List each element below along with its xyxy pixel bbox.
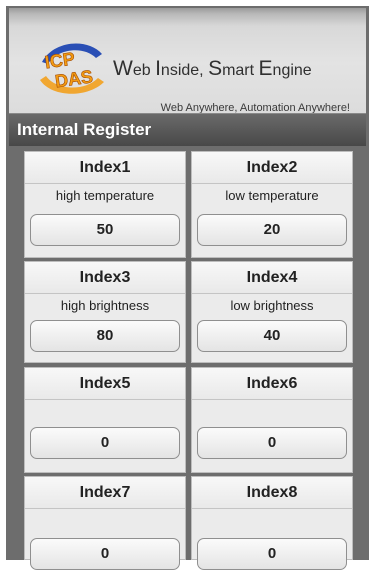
register-index-label: Index5 <box>25 368 185 400</box>
register-card-index7: Index7 0 <box>24 476 186 570</box>
register-description: low brightness <box>230 298 314 313</box>
register-description <box>192 512 352 530</box>
register-value-button[interactable]: 0 <box>30 427 180 459</box>
icpdas-logo: ICP DAS <box>40 43 104 94</box>
register-index-label: Index3 <box>25 262 185 294</box>
register-index-label: Index4 <box>192 262 352 294</box>
register-card-index2: Index2 low temperature 20 <box>191 151 353 258</box>
register-card-index4: Index4 low brightness 40 <box>191 261 353 363</box>
register-value-button[interactable]: 80 <box>30 320 180 352</box>
register-index-label: Index1 <box>25 152 185 184</box>
register-index-label: Index8 <box>192 477 352 509</box>
register-index-label: Index6 <box>192 368 352 400</box>
register-description: high brightness <box>60 298 150 313</box>
register-description: low temperature <box>225 188 319 203</box>
register-value-button[interactable]: 40 <box>197 320 347 352</box>
register-card-index3: Index3 high brightness 80 <box>24 261 186 363</box>
header-slogan: Web Inside, Smart Engine <box>113 57 312 80</box>
register-value-button[interactable]: 50 <box>30 214 180 246</box>
register-description: high temperature <box>55 188 155 203</box>
register-card-index5: Index5 0 <box>24 367 186 473</box>
register-value-button[interactable]: 0 <box>197 427 347 459</box>
register-index-label: Index7 <box>25 477 185 509</box>
section-title: Internal Register <box>17 120 152 139</box>
section-header: Internal Register <box>9 113 366 146</box>
register-card-index6: Index6 0 <box>191 367 353 473</box>
register-description <box>25 512 185 530</box>
register-card-index1: Index1 high temperature 50 <box>24 151 186 258</box>
register-index-label: Index2 <box>192 152 352 184</box>
register-value-button[interactable]: 0 <box>197 538 347 570</box>
register-value-button[interactable]: 0 <box>30 538 180 570</box>
header-banner: ICP DAS Web Inside, Smart Engine Web Any… <box>9 8 366 114</box>
register-card-index8: Index8 0 <box>191 476 353 570</box>
register-description <box>192 403 352 421</box>
register-description <box>25 403 185 421</box>
register-value-button[interactable]: 20 <box>197 214 347 246</box>
